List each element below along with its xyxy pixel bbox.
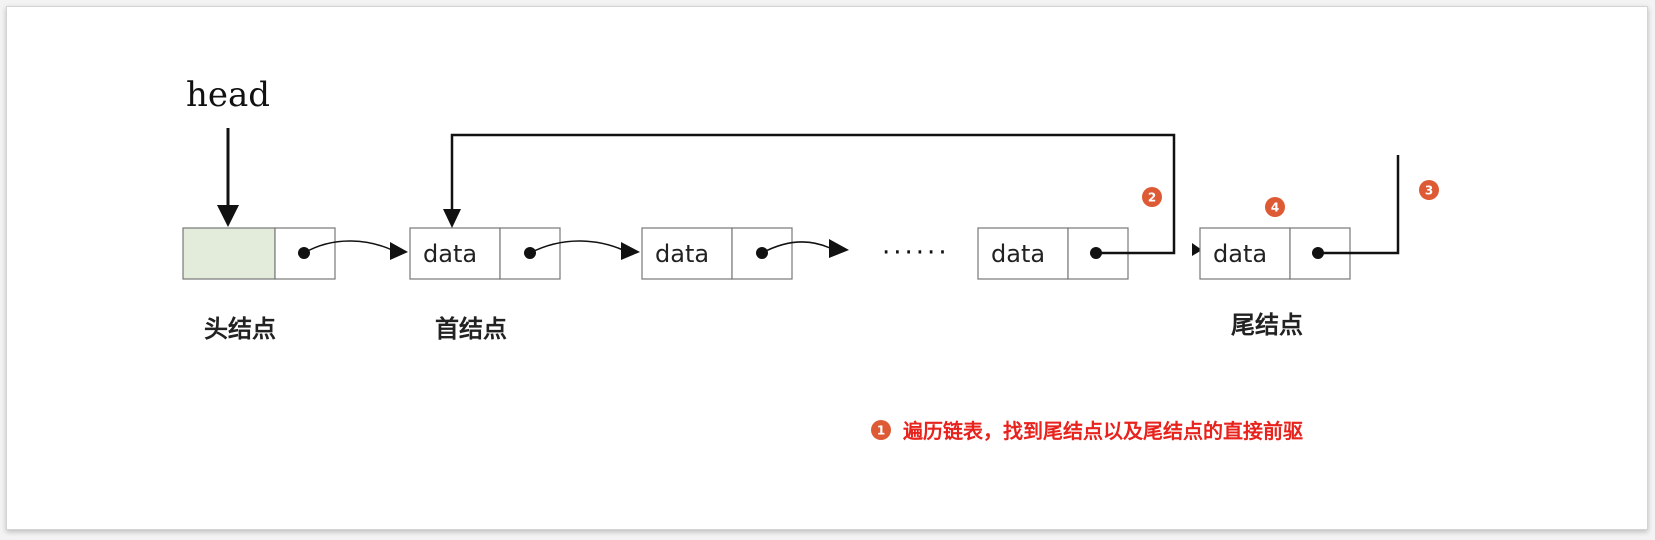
second-node: data	[641, 227, 793, 280]
head-node-label: 头结点	[204, 315, 276, 343]
second-node-data-text: data	[655, 240, 709, 268]
head-pointer-label: head	[186, 75, 270, 115]
badge-3: 3	[1419, 180, 1439, 200]
link-first-to-second-arrowhead	[621, 242, 640, 260]
badge-1-number: 1	[877, 424, 885, 438]
first-node-label: 首结点	[435, 315, 507, 343]
first-node: data	[409, 227, 561, 280]
caption-text: 遍历链表，找到尾结点以及尾结点的直接前驱	[902, 419, 1303, 443]
head-node-data-cell	[182, 227, 276, 280]
tail-node-label: 尾结点	[1231, 311, 1303, 339]
link-second-to-ellipsis-arrowhead	[829, 239, 849, 258]
badge-2-number: 2	[1148, 191, 1156, 205]
head-pointer-arrowhead	[217, 205, 239, 227]
badge-4-number: 4	[1271, 201, 1279, 215]
link-head-to-first-arrowhead	[390, 242, 408, 260]
linked-list-diagram: head data data ······ data data 头结点 首结点 …	[182, 75, 1439, 443]
ellipsis: ······	[882, 238, 950, 268]
caption: 1 遍历链表，找到尾结点以及尾结点的直接前驱	[871, 419, 1303, 443]
link-predecessor-to-first-arrowhead	[443, 209, 461, 228]
badge-4: 4	[1265, 197, 1285, 217]
head-node	[182, 227, 336, 280]
badge-3-number: 3	[1425, 184, 1433, 198]
tail-node-data-text: data	[1213, 240, 1267, 268]
first-node-data-text: data	[423, 240, 477, 268]
badge-2: 2	[1142, 187, 1162, 207]
predecessor-node-data-text: data	[991, 240, 1045, 268]
